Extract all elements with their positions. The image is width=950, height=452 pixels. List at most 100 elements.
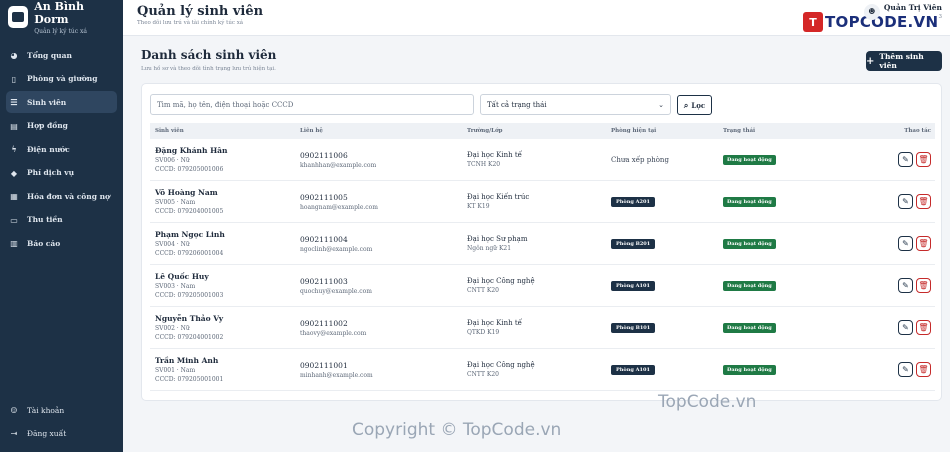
sidebar-item-label: Hợp đồng <box>27 121 68 130</box>
student-email: hoangnam@example.com <box>300 203 378 211</box>
student-phone: 0902111001 <box>300 360 348 370</box>
delete-button[interactable]: 🗑 <box>916 152 931 167</box>
invoice-icon: ▦ <box>10 191 18 201</box>
student-table-panel: Tất cả trạng thái ⌄ ⌕ Lọc Sinh viên Liên… <box>141 83 942 401</box>
page-title: Quản lý sinh viên <box>137 4 264 19</box>
user-role: 3 <box>938 14 943 20</box>
sidebar-item-label: Phí dịch vụ <box>27 168 75 177</box>
sidebar-item-phi-dich-vu[interactable]: ◆ Phí dịch vụ <box>6 162 117 184</box>
table-row[interactable]: Lê Quốc Huy SV003 · Nam CCCD: 0792050010… <box>150 265 935 307</box>
sidebar-item-sinh-vien[interactable]: ☰ Sinh viên <box>6 91 117 113</box>
sidebar-item-label: Hóa đơn và công nợ <box>27 191 111 201</box>
sidebar-item-label: Phòng và giường <box>27 74 98 83</box>
account-icon: ☺ <box>10 405 18 415</box>
status-badge: Đang hoạt động <box>723 281 776 291</box>
delete-button[interactable]: 🗑 <box>916 320 931 335</box>
filter-bar: Tất cả trạng thái ⌄ ⌕ Lọc <box>150 94 712 115</box>
sidebar-item-hoa-don[interactable]: ▦ Hóa đơn và công nợ <box>6 185 117 207</box>
student-cccd: CCCD: 079206001004 <box>155 250 224 257</box>
student-code-gender: SV002 · Nữ <box>155 325 190 332</box>
student-class: KT K19 <box>467 203 490 210</box>
edit-button[interactable]: ✎ <box>898 152 913 167</box>
brand[interactable]: An Bình Dorm Quản lý ký túc xá <box>0 0 123 35</box>
delete-button[interactable]: 🗑 <box>916 194 931 209</box>
sidebar-item-dang-xuat[interactable]: ⇥ Đăng xuất <box>6 423 117 445</box>
filter-button[interactable]: ⌕ Lọc <box>677 95 712 115</box>
table-row[interactable]: Trần Minh Anh SV001 · Nam CCCD: 07920500… <box>150 349 935 391</box>
sidebar-item-label: Tổng quan <box>27 50 72 60</box>
table-row[interactable]: Võ Hoàng Nam SV005 · Nam CCCD: 079204001… <box>150 181 935 223</box>
actions-cell: ✎ 🗑 <box>843 236 935 251</box>
sidebar-item-label: Thu tiền <box>27 215 63 224</box>
student-code-gender: SV001 · Nam <box>155 367 196 374</box>
student-cell: Võ Hoàng Nam SV005 · Nam CCCD: 079204001… <box>150 188 300 215</box>
column-header[interactable]: Trường/Lớp <box>467 128 611 134</box>
student-cell: Lê Quốc Huy SV003 · Nam CCCD: 0792050010… <box>150 272 300 299</box>
student-phone: 0902111005 <box>300 192 348 202</box>
column-header[interactable]: Trạng thái <box>723 128 843 134</box>
edit-button[interactable]: ✎ <box>898 194 913 209</box>
student-table: Sinh viên Liên hệ Trường/Lớp Phòng hiện … <box>150 123 935 391</box>
sidebar-item-tong-quan[interactable]: ◕ Tổng quan <box>6 44 117 66</box>
student-name: Lê Quốc Huy <box>155 272 209 281</box>
school-cell: Đại học Kinh tế QTKD K19 <box>467 319 611 336</box>
sidebar-item-hop-dong[interactable]: ▤ Hợp đồng <box>6 115 117 137</box>
edit-button[interactable]: ✎ <box>898 320 913 335</box>
student-email: ngoclinh@example.com <box>300 245 373 253</box>
room-badge: Phòng B201 <box>611 239 656 249</box>
filter-label: Lọc <box>691 100 706 110</box>
edit-button[interactable]: ✎ <box>898 278 913 293</box>
student-code-gender: SV005 · Nam <box>155 199 196 206</box>
status-cell: Đang hoạt động <box>723 196 843 207</box>
student-phone: 0902111003 <box>300 276 348 286</box>
delete-button[interactable]: 🗑 <box>916 236 931 251</box>
status-cell: Đang hoạt động <box>723 322 843 333</box>
status-cell: Đang hoạt động <box>723 238 843 249</box>
sidebar-item-tai-khoan[interactable]: ☺ Tài khoản <box>6 399 117 421</box>
sidebar-item-label: Báo cáo <box>27 238 61 248</box>
student-cccd: CCCD: 079204001002 <box>155 334 224 341</box>
status-select[interactable]: Tất cả trạng thái ⌄ <box>480 94 671 115</box>
add-student-label: Thêm sinh viên <box>879 52 924 70</box>
room-badge: Phòng A101 <box>611 365 655 375</box>
status-badge: Đang hoạt động <box>723 197 776 207</box>
status-select-value: Tất cả trạng thái <box>487 100 547 109</box>
actions-cell: ✎ 🗑 <box>843 320 935 335</box>
report-icon: ▥ <box>10 238 18 248</box>
delete-button[interactable]: 🗑 <box>916 278 931 293</box>
edit-button[interactable]: ✎ <box>898 362 913 377</box>
delete-button[interactable]: 🗑 <box>916 362 931 377</box>
column-header[interactable]: Phòng hiện tại <box>611 128 723 134</box>
pie-chart-icon: ◕ <box>10 50 18 60</box>
table-header: Sinh viên Liên hệ Trường/Lớp Phòng hiện … <box>150 123 935 139</box>
room-cell: Phòng A201 <box>611 196 723 207</box>
sidebar-item-phong[interactable]: ▯ Phòng và giường <box>6 68 117 90</box>
room-badge: Chưa xếp phòng <box>611 156 669 164</box>
pencil-icon: ✎ <box>902 155 909 164</box>
trash-icon: 🗑 <box>918 365 929 374</box>
sidebar-item-label: Điện nước <box>27 144 70 154</box>
add-student-button[interactable]: + Thêm sinh viên <box>866 51 942 71</box>
sidebar-item-bao-cao[interactable]: ▥ Báo cáo <box>6 232 117 254</box>
pencil-icon: ✎ <box>902 323 909 332</box>
search-input[interactable] <box>150 94 474 115</box>
actions-cell: ✎ 🗑 <box>843 278 935 293</box>
column-header[interactable]: Sinh viên <box>150 128 300 134</box>
student-cell: Phạm Ngọc Linh SV004 · Nữ CCCD: 07920600… <box>150 230 300 257</box>
student-class: TCNH K20 <box>467 161 501 168</box>
table-row[interactable]: Nguyễn Thảo Vy SV002 · Nữ CCCD: 07920400… <box>150 307 935 349</box>
user-menu[interactable]: ☻ Quản Trị Viên 3 <box>863 3 943 20</box>
sidebar-item-dien-nuoc[interactable]: ϟ Điện nước <box>6 138 117 160</box>
student-class: QTKD K19 <box>467 329 500 336</box>
user-avatar-icon: ☻ <box>863 3 880 20</box>
column-header[interactable]: Liên hệ <box>300 128 467 134</box>
student-cccd: CCCD: 079205001003 <box>155 292 224 299</box>
edit-button[interactable]: ✎ <box>898 236 913 251</box>
sidebar-item-thu-tien[interactable]: ▭ Thu tiền <box>6 209 117 231</box>
table-row[interactable]: Đặng Khánh Hân SV006 · Nữ CCCD: 07920500… <box>150 139 935 181</box>
table-row[interactable]: Phạm Ngọc Linh SV004 · Nữ CCCD: 07920600… <box>150 223 935 265</box>
room-cell: Phòng A101 <box>611 280 723 291</box>
users-icon: ☰ <box>10 97 18 107</box>
trash-icon: 🗑 <box>918 281 929 290</box>
student-school: Đại học Công nghệ <box>467 361 535 369</box>
